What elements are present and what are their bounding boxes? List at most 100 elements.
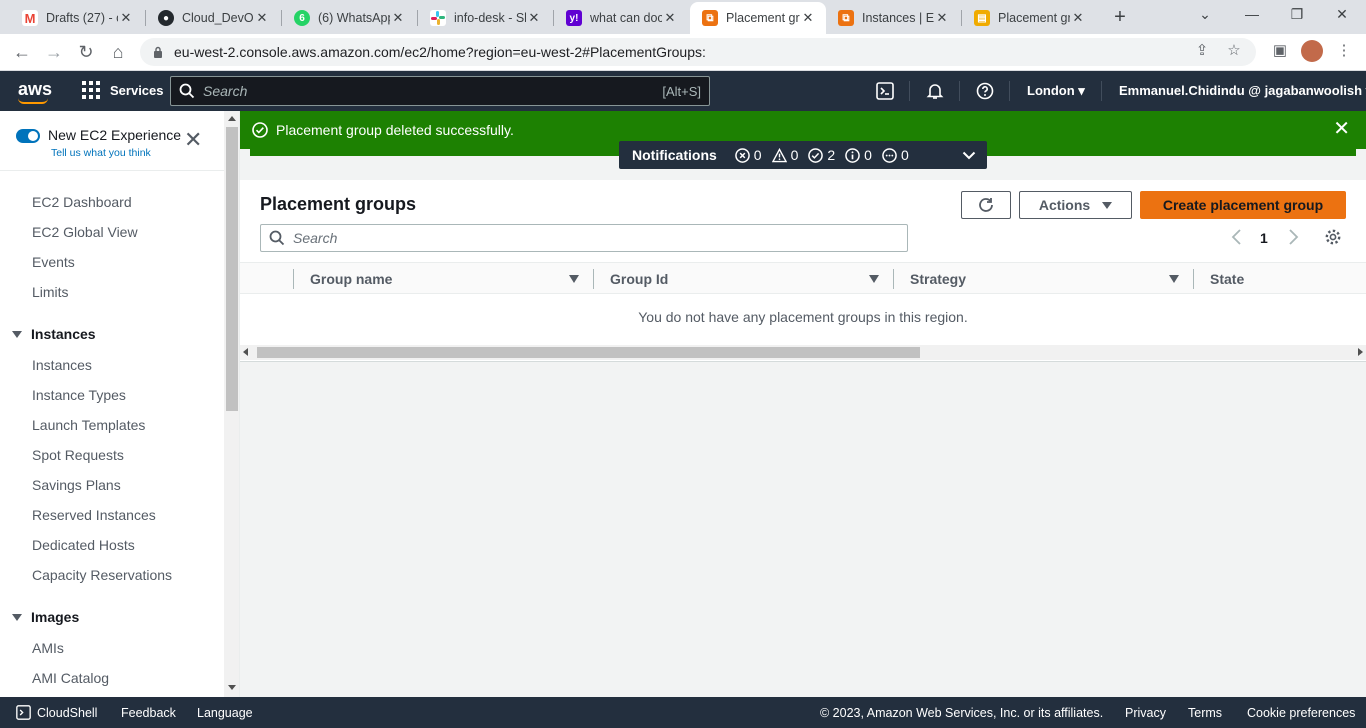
reload-icon[interactable]: ↻	[74, 40, 98, 64]
caret-down-icon	[12, 613, 22, 621]
sidebar-item-instances[interactable]: Instances	[32, 357, 92, 373]
create-placement-group-button[interactable]: Create placement group	[1140, 191, 1346, 219]
browser-tab-instances[interactable]: ⧉ Instances | EC ✕	[826, 4, 960, 32]
column-header-group-id[interactable]: Group Id	[610, 271, 668, 287]
home-icon[interactable]: ⌂	[106, 40, 130, 64]
sidebar-item-ec2-dashboard[interactable]: EC2 Dashboard	[32, 194, 132, 210]
table-search[interactable]	[260, 224, 908, 252]
sidebar-item-spot-requests[interactable]: Spot Requests	[32, 447, 124, 463]
close-icon[interactable]: ✕	[390, 10, 406, 26]
scroll-left-icon[interactable]	[243, 348, 248, 356]
sidebar-item-savings-plans[interactable]: Savings Plans	[32, 477, 121, 493]
sidebar-section-images[interactable]: Images	[12, 609, 79, 625]
scroll-up-icon[interactable]	[228, 116, 236, 121]
aws-search-bar[interactable]: [Alt+S]	[170, 76, 710, 106]
sidebar-item-ami-catalog[interactable]: AMI Catalog	[32, 670, 109, 686]
sidebar-item-instance-types[interactable]: Instance Types	[32, 387, 126, 403]
next-page-icon[interactable]	[1286, 228, 1300, 246]
browser-tab-placement-groups[interactable]: ⧉ Placement gr ✕	[690, 2, 826, 34]
browser-tab-yahoo[interactable]: y! what can doc ✕	[554, 4, 688, 32]
close-icon[interactable]: ✕	[800, 10, 816, 26]
chevron-down-icon[interactable]: ⌄	[1193, 6, 1217, 23]
sort-icon[interactable]	[869, 275, 879, 283]
minimize-icon[interactable]: —	[1240, 6, 1264, 22]
warning-count: 0	[771, 147, 798, 163]
close-icon[interactable]: ✕	[662, 10, 678, 26]
back-icon[interactable]: ←	[10, 40, 34, 64]
profile-avatar[interactable]	[1301, 40, 1323, 62]
sidebar-item-dedicated-hosts[interactable]: Dedicated Hosts	[32, 537, 135, 553]
table-header: Group name Group Id Strategy State	[240, 262, 1366, 294]
horizontal-scrollbar[interactable]	[240, 345, 1366, 360]
notifications-bar[interactable]: Notifications 0 0 2 0 0	[619, 141, 987, 169]
feedback-link[interactable]: Feedback	[121, 706, 176, 720]
cloudshell-button[interactable]: CloudShell	[16, 705, 97, 720]
column-header-group-name[interactable]: Group name	[310, 271, 392, 287]
sidebar-scroll-thumb[interactable]	[226, 127, 238, 411]
cloudshell-icon[interactable]	[875, 81, 895, 101]
close-icon[interactable]: ✕	[118, 10, 134, 26]
actions-button[interactable]: Actions	[1019, 191, 1132, 219]
error-icon	[734, 147, 750, 163]
previous-page-icon[interactable]	[1230, 228, 1244, 246]
browser-tab-gmail[interactable]: M Drafts (27) - c ✕	[10, 4, 144, 32]
sidebar-item-reserved-instances[interactable]: Reserved Instances	[32, 507, 156, 523]
bookmark-star-icon[interactable]: ☆	[1223, 41, 1245, 59]
gear-icon[interactable]	[1324, 228, 1342, 246]
cookie-preferences-link[interactable]: Cookie preferences	[1247, 706, 1355, 720]
language-selector[interactable]: Language	[197, 706, 253, 720]
sidebar-scrollbar[interactable]	[224, 111, 239, 697]
sidebar-item-events[interactable]: Events	[32, 254, 75, 270]
sidebar-panel-icon[interactable]: ▣	[1269, 41, 1291, 59]
browser-tab-placement-docs[interactable]: ▤ Placement gr ✕	[962, 4, 1096, 32]
dismiss-flash-icon[interactable]: ✕	[1333, 119, 1350, 139]
aws-logo[interactable]: aws	[18, 79, 52, 100]
services-menu[interactable]: Services	[82, 81, 164, 99]
sidebar-item-capacity-reservations[interactable]: Capacity Reservations	[32, 567, 172, 583]
scroll-down-icon[interactable]	[228, 685, 236, 690]
info-count-value: 0	[864, 147, 872, 163]
bell-icon[interactable]	[925, 81, 945, 101]
browser-tab-slack[interactable]: info-desk - Sl ✕	[418, 4, 552, 32]
scroll-right-icon[interactable]	[1358, 348, 1363, 356]
sidebar-item-ec2-global-view[interactable]: EC2 Global View	[32, 224, 138, 240]
sidebar-item-amis[interactable]: AMIs	[32, 640, 64, 656]
refresh-button[interactable]	[961, 191, 1011, 219]
close-sidebar-icon[interactable]: ✕	[184, 129, 202, 151]
close-window-icon[interactable]: ✕	[1330, 6, 1354, 23]
chevron-down-icon[interactable]	[961, 147, 977, 163]
column-header-strategy[interactable]: Strategy	[910, 271, 966, 287]
close-icon[interactable]: ✕	[254, 10, 270, 26]
more-options-icon[interactable]: ⋮	[1333, 41, 1355, 59]
sort-icon[interactable]	[569, 275, 579, 283]
new-experience-toggle[interactable]	[16, 129, 40, 143]
aws-search-input[interactable]	[203, 83, 663, 99]
warning-icon	[771, 147, 787, 162]
address-bar[interactable]: eu-west-2.console.aws.amazon.com/ec2/hom…	[140, 38, 1256, 66]
horizontal-scroll-thumb[interactable]	[257, 347, 920, 358]
privacy-link[interactable]: Privacy	[1125, 706, 1166, 720]
success-count: 2	[808, 147, 835, 163]
feedback-link[interactable]: Tell us what you think	[51, 147, 151, 159]
table-search-input[interactable]	[293, 230, 907, 246]
browser-tab-github[interactable]: ● Cloud_DevOp ✕	[146, 4, 280, 32]
account-menu[interactable]: Emmanuel.Chidindu @ jagabanwoolish ▾	[1119, 83, 1366, 99]
restore-icon[interactable]: ❐	[1285, 6, 1309, 23]
page-number[interactable]: 1	[1260, 230, 1268, 246]
region-selector[interactable]: London ▾	[1027, 83, 1085, 99]
close-icon[interactable]: ✕	[1070, 10, 1086, 26]
share-icon[interactable]: ⇪	[1191, 41, 1213, 59]
help-icon[interactable]	[975, 81, 995, 101]
page-title: Placement groups	[260, 194, 417, 214]
sidebar-item-launch-templates[interactable]: Launch Templates	[32, 417, 145, 433]
column-header-state[interactable]: State	[1210, 271, 1244, 287]
close-icon[interactable]: ✕	[934, 10, 950, 26]
forward-icon[interactable]: →	[42, 40, 66, 64]
new-tab-icon[interactable]: +	[1108, 6, 1132, 30]
terms-link[interactable]: Terms	[1188, 706, 1222, 720]
close-icon[interactable]: ✕	[526, 10, 542, 26]
sidebar-item-limits[interactable]: Limits	[32, 284, 69, 300]
sort-icon[interactable]	[1169, 275, 1179, 283]
browser-tab-whatsapp[interactable]: 6 (6) WhatsApp ✕	[282, 4, 416, 32]
sidebar-section-instances[interactable]: Instances	[12, 326, 96, 342]
